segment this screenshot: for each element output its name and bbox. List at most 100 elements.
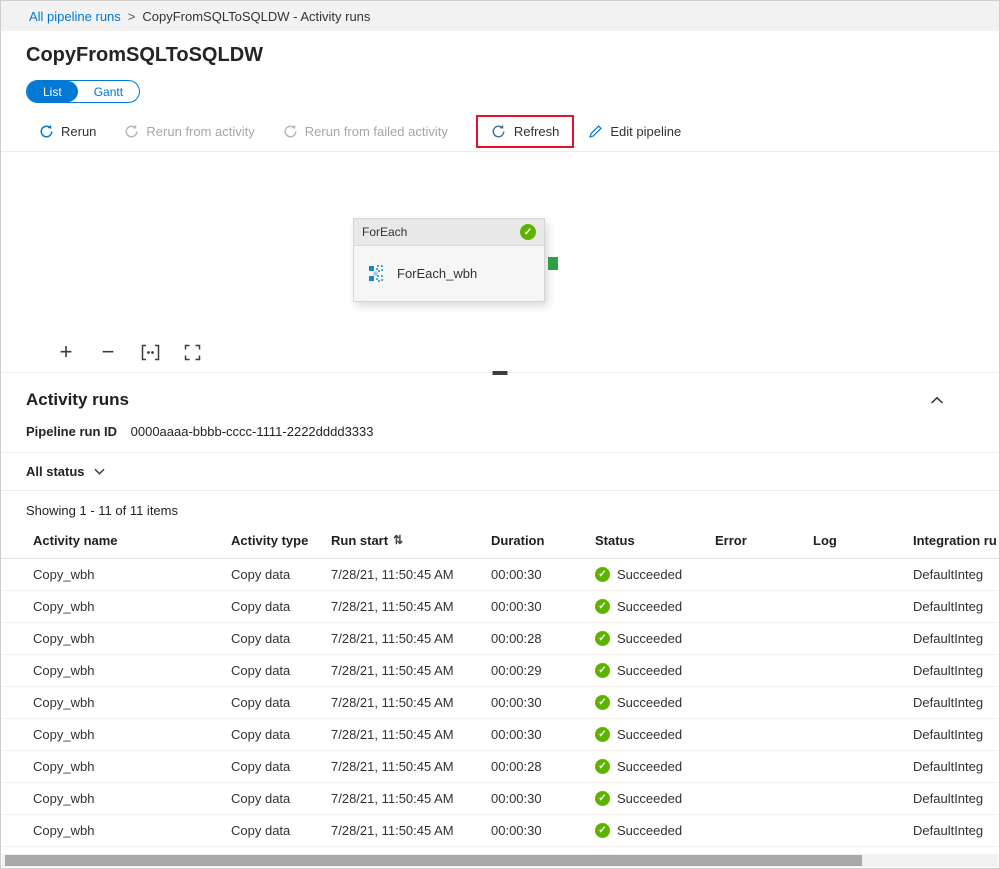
- cell-duration: 00:00:30: [491, 823, 595, 838]
- cell-duration: 00:00:29: [491, 663, 595, 678]
- status-text: Succeeded: [617, 567, 682, 582]
- header-log[interactable]: Log: [813, 533, 913, 548]
- zoom-out-icon[interactable]: −: [87, 343, 129, 361]
- cell-duration: 00:00:28: [491, 631, 595, 646]
- zoom-in-icon[interactable]: +: [45, 343, 87, 361]
- rerun-from-failed-activity-label: Rerun from failed activity: [305, 124, 448, 139]
- breadcrumb-current: CopyFromSQLToSQLDW - Activity runs: [142, 9, 370, 24]
- cell-integration-runtime: DefaultInteg: [913, 599, 999, 614]
- cell-activity-name: Copy_wbh: [33, 695, 231, 710]
- cell-integration-runtime: DefaultInteg: [913, 791, 999, 806]
- header-activity-type[interactable]: Activity type: [231, 533, 331, 548]
- status-filter-dropdown[interactable]: All status: [1, 453, 999, 491]
- sort-ascending-icon: ⇅: [393, 533, 403, 547]
- status-text: Succeeded: [617, 791, 682, 806]
- breadcrumb-all-pipeline-runs-link[interactable]: All pipeline runs: [29, 9, 121, 24]
- status-text: Succeeded: [617, 695, 682, 710]
- cell-activity-type: Copy data: [231, 791, 331, 806]
- node-header: ForEach ✓: [354, 219, 544, 246]
- zoom-fit-icon[interactable]: [171, 344, 213, 361]
- rerun-from-failed-activity-icon: [283, 124, 298, 139]
- cell-status: ✓ Succeeded: [595, 695, 715, 710]
- node-body: ForEach_wbh: [354, 246, 544, 301]
- zoom-reset-icon[interactable]: [129, 344, 171, 361]
- cell-activity-type: Copy data: [231, 695, 331, 710]
- showing-items-count: Showing 1 - 11 of 11 items: [26, 503, 999, 518]
- rerun-from-activity-button[interactable]: Rerun from activity: [124, 124, 254, 139]
- table-row: Copy_wbh Copy data 7/28/21, 11:50:45 AM …: [1, 559, 999, 591]
- cell-status: ✓ Succeeded: [595, 791, 715, 806]
- cell-run-start: 7/28/21, 11:50:45 AM: [331, 791, 491, 806]
- view-toggle: List Gantt: [26, 80, 140, 103]
- header-activity-name[interactable]: Activity name: [33, 533, 231, 548]
- succeeded-check-icon: ✓: [595, 663, 610, 678]
- chevron-down-icon: [94, 468, 105, 475]
- cell-status: ✓ Succeeded: [595, 823, 715, 838]
- toggle-list[interactable]: List: [27, 81, 78, 102]
- succeeded-check-icon: ✓: [595, 759, 610, 774]
- cell-run-start: 7/28/21, 11:50:45 AM: [331, 695, 491, 710]
- table-row: Copy_wbh Copy data 7/28/21, 11:50:45 AM …: [1, 591, 999, 623]
- header-error[interactable]: Error: [715, 533, 813, 548]
- pencil-icon: [588, 124, 603, 139]
- status-text: Succeeded: [617, 727, 682, 742]
- pipeline-canvas: ForEach ✓ ForEach_wbh: [1, 152, 999, 332]
- refresh-button[interactable]: Refresh: [476, 115, 575, 148]
- activity-runs-title: Activity runs: [26, 390, 129, 410]
- cell-status: ✓ Succeeded: [595, 567, 715, 582]
- header-duration[interactable]: Duration: [491, 533, 595, 548]
- table-row: Copy_wbh Copy data 7/28/21, 11:50:45 AM …: [1, 719, 999, 751]
- cell-status: ✓ Succeeded: [595, 759, 715, 774]
- cell-integration-runtime: DefaultInteg: [913, 567, 999, 582]
- status-text: Succeeded: [617, 631, 682, 646]
- status-text: Succeeded: [617, 599, 682, 614]
- node-type-label: ForEach: [362, 225, 407, 239]
- cell-integration-runtime: DefaultInteg: [913, 727, 999, 742]
- node-output-port[interactable]: [548, 257, 558, 270]
- cell-activity-name: Copy_wbh: [33, 567, 231, 582]
- cell-integration-runtime: DefaultInteg: [913, 823, 999, 838]
- table-row: Copy_wbh Copy data 7/28/21, 11:50:45 AM …: [1, 815, 999, 847]
- status-text: Succeeded: [617, 663, 682, 678]
- collapse-chevron-up-icon[interactable]: [930, 396, 944, 405]
- cell-activity-name: Copy_wbh: [33, 663, 231, 678]
- horizontal-scrollbar-thumb[interactable]: [5, 855, 862, 866]
- cell-activity-name: Copy_wbh: [33, 791, 231, 806]
- succeeded-check-icon: ✓: [595, 599, 610, 614]
- activity-runs-page: All pipeline runs > CopyFromSQLToSQLDW -…: [0, 0, 1000, 869]
- cell-activity-name: Copy_wbh: [33, 759, 231, 774]
- table-row: Copy_wbh Copy data 7/28/21, 11:50:45 AM …: [1, 655, 999, 687]
- header-status[interactable]: Status: [595, 533, 715, 548]
- cell-run-start: 7/28/21, 11:50:45 AM: [331, 567, 491, 582]
- rerun-from-failed-activity-button[interactable]: Rerun from failed activity: [283, 124, 448, 139]
- succeeded-check-icon: ✓: [595, 631, 610, 646]
- cell-run-start: 7/28/21, 11:50:45 AM: [331, 823, 491, 838]
- succeeded-check-icon: ✓: [595, 695, 610, 710]
- cell-activity-type: Copy data: [231, 631, 331, 646]
- succeeded-check-icon: ✓: [595, 823, 610, 838]
- rerun-from-activity-icon: [124, 124, 139, 139]
- cell-run-start: 7/28/21, 11:50:45 AM: [331, 631, 491, 646]
- pipeline-run-id-row: Pipeline run ID 0000aaaa-bbbb-cccc-1111-…: [1, 410, 999, 453]
- header-run-start[interactable]: Run start ⇅: [331, 533, 491, 548]
- edit-pipeline-button[interactable]: Edit pipeline: [588, 124, 681, 139]
- foreach-activity-node[interactable]: ForEach ✓ ForEach_wbh: [353, 218, 545, 302]
- rerun-from-activity-label: Rerun from activity: [146, 124, 254, 139]
- cell-duration: 00:00:30: [491, 567, 595, 582]
- pipeline-run-id-label: Pipeline run ID: [26, 424, 117, 439]
- cell-activity-type: Copy data: [231, 759, 331, 774]
- cell-status: ✓ Succeeded: [595, 663, 715, 678]
- edit-pipeline-label: Edit pipeline: [610, 124, 681, 139]
- cell-run-start: 7/28/21, 11:50:45 AM: [331, 599, 491, 614]
- table-row: Copy_wbh Copy data 7/28/21, 11:50:45 AM …: [1, 623, 999, 655]
- cell-status: ✓ Succeeded: [595, 599, 715, 614]
- cell-integration-runtime: DefaultInteg: [913, 695, 999, 710]
- toggle-gantt[interactable]: Gantt: [78, 81, 139, 102]
- cell-activity-name: Copy_wbh: [33, 823, 231, 838]
- header-integration-runtime[interactable]: Integration ru: [913, 533, 999, 548]
- horizontal-scrollbar[interactable]: [2, 854, 998, 867]
- rerun-button[interactable]: Rerun: [39, 124, 96, 139]
- page-title: CopyFromSQLToSQLDW: [26, 44, 999, 67]
- cell-run-start: 7/28/21, 11:50:45 AM: [331, 727, 491, 742]
- splitter-drag-handle[interactable]: [493, 371, 508, 375]
